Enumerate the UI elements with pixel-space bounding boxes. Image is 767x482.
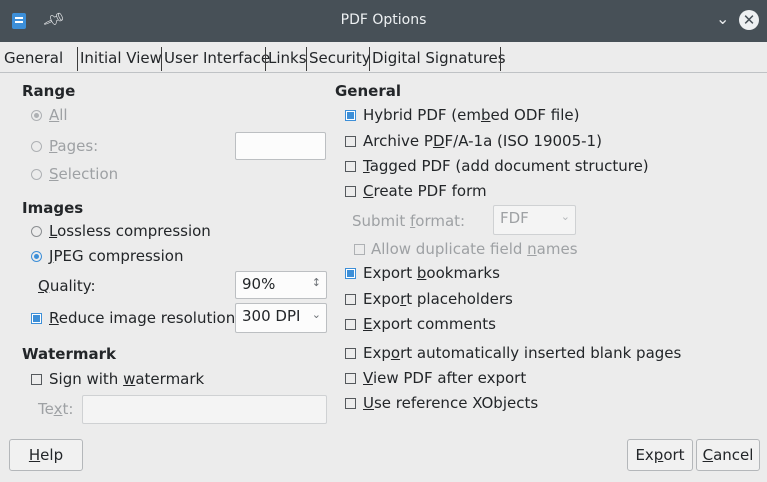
export-blank-pages-checkbox[interactable] [345,348,356,359]
images-header: Images [22,199,84,217]
create-form-label[interactable]: Create PDF form [363,182,487,200]
range-header: Range [22,82,76,100]
tagged-pdf-label[interactable]: Tagged PDF (add document structure) [363,157,649,175]
tab-separator [500,47,501,71]
lossless-radio[interactable] [31,226,42,237]
range-pages-radio[interactable] [31,141,42,152]
quality-spinbox[interactable]: 90% ↕ [235,271,327,299]
create-form-checkbox[interactable] [345,186,356,197]
submit-format-label: Submit format: [352,212,466,230]
export-placeholders-checkbox[interactable] [345,294,356,305]
submit-format-value: FDF [500,209,529,227]
range-all-radio[interactable] [31,110,42,121]
resolution-combobox[interactable]: 300 DPI ⌄ [235,303,327,333]
quality-label: Quality: [38,277,96,295]
tab-security[interactable]: Security [309,49,371,67]
range-pages-label[interactable]: Pages: [49,137,98,155]
watermark-header: Watermark [22,345,116,363]
range-all-label[interactable]: All [49,106,68,124]
archive-pdfa-checkbox[interactable] [345,136,356,147]
chevron-down-icon[interactable]: ⌄ [312,308,321,321]
view-after-export-checkbox[interactable] [345,373,356,384]
jpeg-radio[interactable] [31,251,42,262]
allow-duplicate-checkbox[interactable] [354,244,365,255]
view-after-export-label[interactable]: View PDF after export [363,369,526,387]
quality-value: 90% [242,275,276,293]
export-comments-checkbox[interactable] [345,319,356,330]
hybrid-pdf-checkbox[interactable] [345,110,356,121]
tab-separator [161,47,162,71]
tab-digital-signatures[interactable]: Digital Signatures [372,49,506,67]
chevron-down-icon[interactable]: ⌄ [561,210,570,223]
jpeg-label[interactable]: JPEG compression [49,247,183,265]
tab-separator [265,47,266,71]
export-placeholders-label[interactable]: Export placeholders [363,290,513,308]
tab-separator [77,47,78,71]
watermark-text-input[interactable] [82,395,327,424]
minimize-chevron-icon[interactable]: ⌄ [716,9,729,28]
export-button[interactable]: Export [627,439,693,471]
watermark-text-label: Text: [38,400,74,418]
allow-duplicate-label[interactable]: Allow duplicate field names [371,240,578,258]
tab-separator [369,47,370,71]
archive-pdfa-label[interactable]: Archive PDF/A-1a (ISO 19005-1) [363,132,602,150]
range-selection-label[interactable]: Selection [49,165,118,183]
window-title: PDF Options [340,12,427,28]
title-bar: 📌︎ PDF Options ⌄ ✕ [0,0,767,42]
reduce-resolution-label[interactable]: Reduce image resolution [49,309,235,327]
reduce-resolution-checkbox[interactable] [31,313,42,324]
cancel-button[interactable]: Cancel [696,439,760,471]
watermark-checkbox[interactable] [31,374,42,385]
tab-user-interface[interactable]: User Interface [164,49,270,67]
spin-arrows-icon[interactable]: ↕ [312,276,321,289]
reference-xobjects-label[interactable]: Use reference XObjects [363,394,538,412]
tab-separator [306,47,307,71]
export-blank-pages-label[interactable]: Export automatically inserted blank page… [363,344,681,362]
tab-links[interactable]: Links [268,49,307,67]
reference-xobjects-checkbox[interactable] [345,398,356,409]
close-icon[interactable]: ✕ [739,10,759,30]
hybrid-pdf-label[interactable]: Hybrid PDF (embed ODF file) [363,106,580,124]
tagged-pdf-checkbox[interactable] [345,161,356,172]
lossless-label[interactable]: Lossless compression [49,222,211,240]
range-selection-radio[interactable] [31,169,42,180]
tab-underline [0,72,767,73]
export-comments-label[interactable]: Export comments [363,315,496,333]
tab-initial-view[interactable]: Initial View [80,49,162,67]
tab-general[interactable]: General [4,49,63,67]
pages-input[interactable] [235,132,326,160]
export-bookmarks-label[interactable]: Export bookmarks [363,264,500,282]
export-bookmarks-checkbox[interactable] [345,268,356,279]
watermark-label[interactable]: Sign with watermark [49,370,204,388]
submit-format-combobox[interactable]: FDF ⌄ [493,205,576,235]
general-header: General [335,82,401,100]
help-button[interactable]: Help [9,439,83,471]
resolution-value: 300 DPI [242,307,301,325]
